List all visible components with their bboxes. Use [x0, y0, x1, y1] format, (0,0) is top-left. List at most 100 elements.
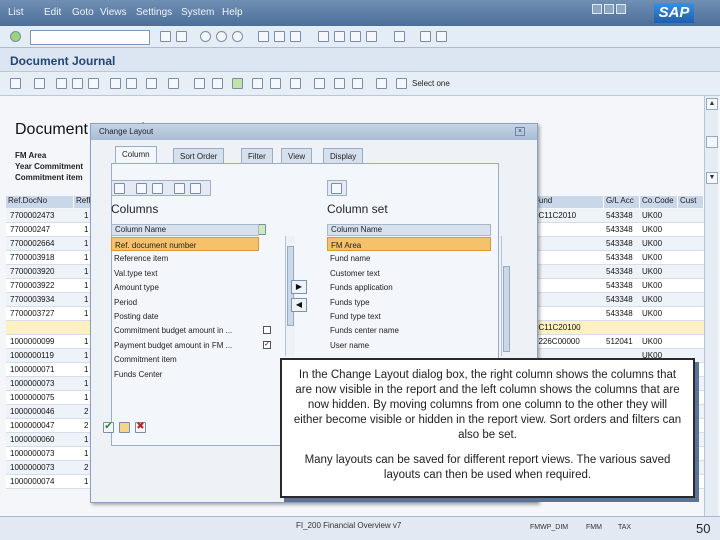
list-item[interactable]: Period	[111, 295, 259, 309]
commitment-budget-checkbox[interactable]	[263, 326, 271, 335]
command-field[interactable]	[30, 30, 150, 45]
right-col-header[interactable]: Column Name	[327, 224, 491, 236]
list-item[interactable]: Commitment budget amount in ...	[111, 323, 259, 337]
right-list-scrollbar[interactable]	[501, 236, 511, 356]
abc-analysis-icon[interactable]	[334, 78, 345, 89]
enter-icon[interactable]	[10, 31, 21, 42]
menu-help[interactable]: Help	[222, 7, 243, 18]
save-layout-icon[interactable]	[212, 78, 223, 89]
list-item[interactable]: Fund name	[327, 251, 491, 265]
find-column-icon[interactable]	[114, 183, 125, 194]
list-item[interactable]: Commitment item	[111, 352, 259, 366]
list-item[interactable]: Val.type text	[111, 266, 259, 280]
save-icon[interactable]	[160, 31, 171, 42]
last-page-icon[interactable]	[350, 31, 361, 42]
menu-edit[interactable]: Edit	[44, 7, 61, 18]
select-all-icon[interactable]	[352, 78, 363, 89]
cancel-icon[interactable]	[216, 31, 227, 42]
tab-display[interactable]: Display	[323, 148, 364, 163]
list-item[interactable]: FM Area	[327, 237, 491, 251]
col-fund[interactable]: Fund	[532, 196, 604, 208]
tab-view[interactable]: View	[281, 148, 313, 163]
report-scrollbar[interactable]: ▲ ▼	[704, 96, 718, 516]
left-list-scrollbar[interactable]	[285, 236, 295, 356]
col-co-code[interactable]: Co.Code	[640, 196, 678, 208]
scroll-thumb[interactable]	[706, 136, 718, 148]
local-file-icon[interactable]	[270, 78, 281, 89]
menu-goto[interactable]: Goto	[72, 7, 94, 18]
export-spreadsheet-icon[interactable]	[232, 78, 243, 89]
info-icon[interactable]	[376, 78, 387, 89]
col-ref-docno[interactable]: Ref.DocNo	[6, 196, 74, 208]
tab-filter[interactable]: Filter	[241, 148, 273, 163]
find-icon[interactable]	[258, 31, 269, 42]
scroll-up-icon[interactable]: ▲	[706, 98, 718, 110]
cell-co-code: UK00	[642, 225, 663, 234]
col-cust[interactable]: Cust	[678, 196, 704, 208]
select-layout-icon[interactable]	[194, 78, 205, 89]
find-next-icon[interactable]	[274, 31, 285, 42]
right-scroll-thumb[interactable]	[503, 266, 510, 352]
minimize-icon[interactable]	[592, 4, 602, 14]
total-icon[interactable]	[126, 78, 137, 89]
change-layout-icon[interactable]	[168, 78, 179, 89]
list-item[interactable]: Customer text	[327, 266, 491, 280]
sort-ascending-icon[interactable]	[72, 78, 83, 89]
select-one-label[interactable]: Select one	[412, 79, 450, 88]
move-top-icon[interactable]	[174, 183, 185, 194]
details-icon[interactable]	[10, 78, 21, 89]
graphic-icon[interactable]	[314, 78, 325, 89]
move-bottom-icon[interactable]	[190, 183, 201, 194]
list-item[interactable]: Reference item	[111, 251, 259, 265]
mail-icon[interactable]	[290, 78, 301, 89]
list-item[interactable]: Funds center name	[327, 323, 491, 337]
close-window-icon[interactable]	[616, 4, 626, 14]
tab-column[interactable]: Column	[115, 146, 157, 163]
help-icon[interactable]	[420, 31, 431, 42]
col-gl-acc[interactable]: G/L Acc	[604, 196, 640, 208]
list-item[interactable]: Fund type text	[327, 309, 491, 323]
maximize-icon[interactable]	[604, 4, 614, 14]
list-item[interactable]: Posting date	[111, 309, 259, 323]
save-layout-dialog-icon[interactable]	[119, 422, 130, 433]
list-item[interactable]: Funds Center	[111, 367, 259, 381]
find-column-set-icon[interactable]	[331, 183, 342, 194]
menu-views[interactable]: Views	[100, 7, 127, 18]
menu-system[interactable]: System	[181, 7, 214, 18]
subtotal-icon[interactable]	[146, 78, 157, 89]
list-item[interactable]: Funds type	[327, 295, 491, 309]
refresh-icon[interactable]	[34, 78, 45, 89]
exit-icon[interactable]	[200, 31, 211, 42]
print-icon[interactable]	[232, 31, 243, 42]
sort-descending-icon[interactable]	[88, 78, 99, 89]
new-session-icon[interactable]	[366, 31, 377, 42]
confirm-icon[interactable]: ✔	[103, 422, 114, 433]
print-preview-icon[interactable]	[56, 78, 67, 89]
payment-budget-checkbox[interactable]: ✓	[263, 340, 271, 349]
previous-page-icon[interactable]	[318, 31, 329, 42]
menu-list[interactable]: List	[8, 7, 24, 18]
move-up-icon[interactable]	[136, 183, 147, 194]
list-item[interactable]: Amount type	[111, 280, 259, 294]
scroll-down-icon[interactable]: ▼	[706, 172, 718, 184]
layout-menu-icon[interactable]	[436, 31, 447, 42]
list-item[interactable]: Funds application	[327, 280, 491, 294]
move-down-icon[interactable]	[152, 183, 163, 194]
dialog-close-icon[interactable]: ×	[515, 127, 525, 136]
shortcut-icon[interactable]	[394, 31, 405, 42]
select-one-icon[interactable]	[396, 78, 407, 89]
back-icon[interactable]	[176, 31, 187, 42]
list-item[interactable]: Ref. document number	[111, 237, 259, 251]
cancel-dialog-icon[interactable]: ✖	[135, 422, 146, 433]
next-page-icon[interactable]	[334, 31, 345, 42]
menu-settings[interactable]: Settings	[136, 7, 172, 18]
first-page-icon[interactable]	[290, 31, 301, 42]
tab-sort-order[interactable]: Sort Order	[173, 148, 225, 163]
move-right-button[interactable]: ▶	[291, 280, 307, 294]
move-left-button[interactable]: ◀	[291, 298, 307, 312]
filter-icon[interactable]	[110, 78, 121, 89]
list-item[interactable]: Payment budget amount in FM ...	[111, 338, 259, 352]
word-processing-icon[interactable]	[252, 78, 263, 89]
left-col-header[interactable]: Column Name	[111, 224, 259, 236]
list-item[interactable]: User name	[327, 338, 491, 352]
